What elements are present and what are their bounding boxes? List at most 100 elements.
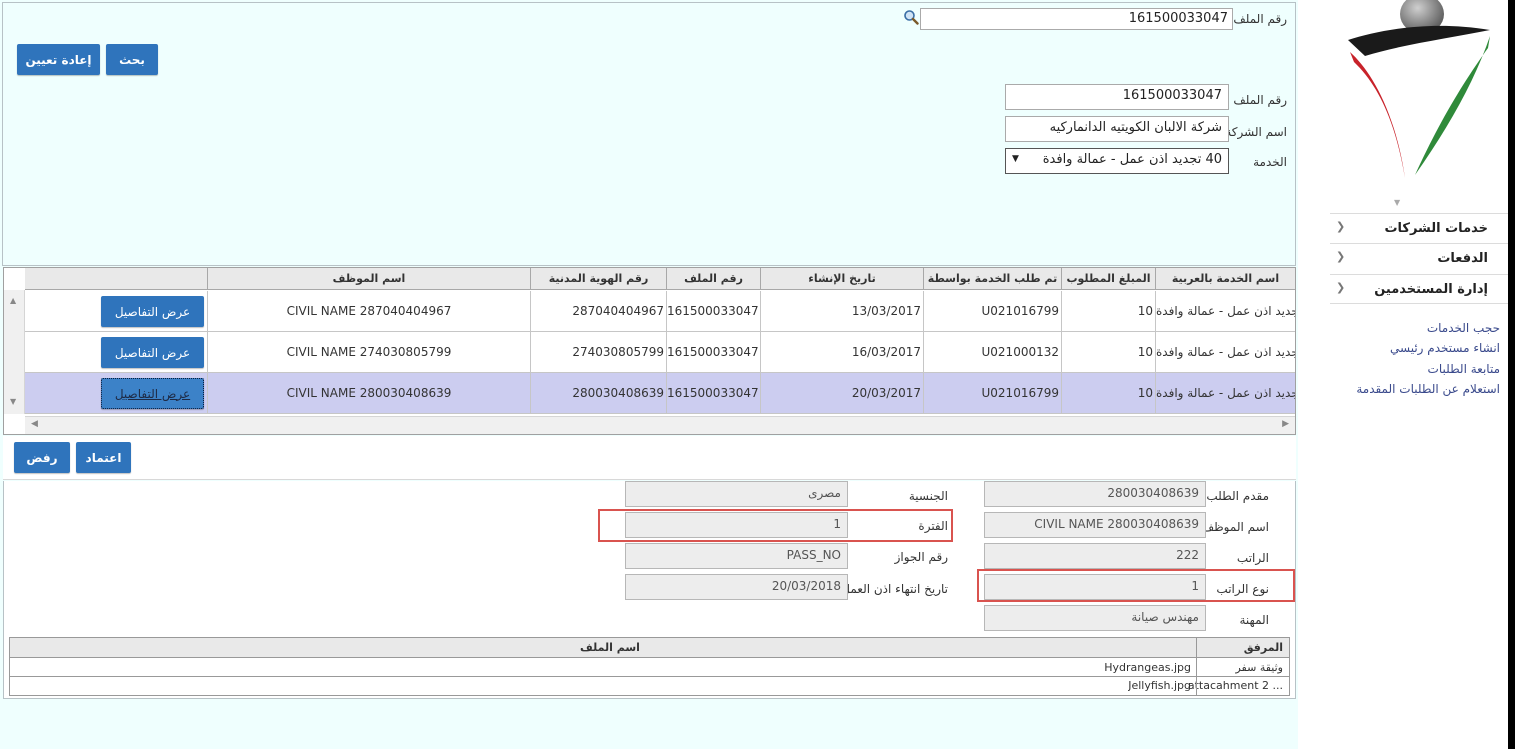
company-field[interactable]: شركة الالبان الكويتيه الدانماركيه — [1005, 116, 1229, 142]
company-label: اسم الشركة — [1225, 125, 1287, 139]
view-details-button[interactable]: عرض التفاصيل — [101, 378, 204, 409]
vertical-scrollbar[interactable]: ▲ ▼ — [4, 290, 25, 414]
attachment-type: وثيقة سفر — [1235, 661, 1283, 674]
view-details-button[interactable]: عرض التفاصيل — [101, 296, 204, 327]
salary-field[interactable]: 222 — [984, 543, 1206, 569]
col-created[interactable]: تاريخ الإنشاء — [760, 268, 923, 290]
cell-amount: 10 — [1061, 291, 1155, 332]
column-divider — [1196, 638, 1197, 658]
magnifier-icon[interactable] — [903, 9, 919, 25]
cell-civil-id: 274030805799 — [530, 332, 666, 373]
col-filename[interactable]: اسم الملف — [580, 641, 640, 654]
horizontal-scrollbar[interactable]: ◀ ▶ — [25, 416, 1295, 434]
logo — [1340, 0, 1500, 200]
sidebar-item-user-management[interactable]: ❯ إدارة المستخدمين — [1330, 274, 1508, 304]
requests-grid: ▲ ▼ اسم الخدمة بالعربية المبلغ المطلوب ت… — [3, 267, 1296, 435]
search-button[interactable]: بحث — [106, 44, 158, 75]
cell-requested-by: U021016799 — [923, 373, 1061, 414]
applicant-field[interactable]: 280030408639 — [984, 481, 1206, 507]
cell-service: تجديد اذن عمل - عمالة وافدة — [1155, 291, 1295, 332]
scroll-right-icon[interactable]: ▶ — [1282, 419, 1289, 429]
permit-end-field[interactable]: 20/03/2018 — [625, 574, 848, 600]
profession-field[interactable]: مهندس صيانة — [984, 605, 1206, 631]
search-file-input[interactable]: 161500033047 — [920, 8, 1233, 30]
passport-field[interactable]: PASS_NO — [625, 543, 848, 569]
cell-service: تجديد اذن عمل - عمالة وافدة — [1155, 373, 1295, 414]
sidebar-item-label: خدمات الشركات — [1384, 221, 1488, 236]
col-requested-by[interactable]: تم طلب الخدمة بواسطة — [923, 268, 1061, 290]
salary-label: الراتب — [1236, 551, 1269, 565]
sidebar-item-label: إدارة المستخدمين — [1374, 282, 1488, 297]
attachments-header: المرفق اسم الملف — [10, 638, 1289, 658]
service-label: الخدمة — [1253, 155, 1287, 169]
col-employee[interactable]: اسم الموظف — [207, 268, 530, 290]
reject-button[interactable]: رفض — [14, 442, 70, 473]
period-highlight — [598, 509, 953, 542]
link-track-requests[interactable]: متابعة الطلبات — [1428, 362, 1500, 376]
salary-type-highlight — [977, 569, 1295, 602]
col-attachment[interactable]: المرفق — [1244, 641, 1283, 654]
cell-actions: عرض التفاصيل — [25, 332, 207, 373]
cell-created: 20/03/2017 — [760, 373, 923, 414]
cell-actions: عرض التفاصيل — [25, 291, 207, 332]
service-select-value: 40 تجديد اذن عمل - عمالة وافدة — [1042, 152, 1222, 167]
cell-created: 16/03/2017 — [760, 332, 923, 373]
chevron-icon: ❯ — [1336, 220, 1346, 233]
cell-employee: CIVIL NAME 280030408639 — [207, 373, 530, 414]
link-block-services[interactable]: حجب الخدمات — [1427, 321, 1500, 335]
dropdown-arrow-icon[interactable]: ▼ — [1012, 154, 1019, 164]
cell-requested-by: U021016799 — [923, 291, 1061, 332]
scroll-left-icon[interactable]: ◀ — [31, 419, 38, 429]
search-panel: رقم الملف 161500033047 بحث إعادة تعيين ر… — [2, 2, 1296, 266]
approve-button[interactable]: اعتماد — [76, 442, 131, 473]
col-file-no[interactable]: رقم الملف — [666, 268, 760, 290]
attachment-filename[interactable]: Jellyfish.jpg — [1128, 679, 1191, 692]
cell-civil-id: 287040404967 — [530, 291, 666, 332]
nationality-label: الجنسية — [908, 489, 948, 503]
table-row-selected[interactable]: تجديد اذن عمل - عمالة وافدة 10 U02101679… — [25, 373, 1295, 414]
attachments-table: المرفق اسم الملف وثيقة سفر Hydrangeas.jp… — [9, 637, 1290, 696]
attachment-type: attacahment 2 ... — [1187, 679, 1283, 692]
sidebar-item-company-services[interactable]: ❯ خدمات الشركات — [1330, 213, 1508, 243]
service-select[interactable]: 40 تجديد اذن عمل - عمالة وافدة ▼ — [1005, 148, 1229, 174]
cell-actions: عرض التفاصيل — [25, 373, 207, 414]
col-service[interactable]: اسم الخدمة بالعربية — [1155, 268, 1295, 290]
list-item[interactable]: attacahment 2 ... Jellyfish.jpg — [10, 677, 1289, 695]
link-create-main-user[interactable]: انشاء مستخدم رئيسي — [1390, 341, 1500, 355]
col-civil-id[interactable]: رقم الهوية المدنية — [530, 268, 666, 290]
search-file-label: رقم الملف — [1233, 12, 1287, 26]
view-details-button[interactable]: عرض التفاصيل — [101, 337, 204, 368]
applicant-label: مقدم الطلب — [1206, 489, 1269, 503]
permit-end-label: تاريخ انتهاء اذن العمل — [841, 582, 948, 596]
col-amount[interactable]: المبلغ المطلوب — [1061, 268, 1155, 290]
cell-file-no: 161500033047 — [666, 291, 760, 332]
profession-label: المهنة — [1239, 613, 1269, 627]
table-row[interactable]: تجديد اذن عمل - عمالة وافدة 10 U02100013… — [25, 332, 1295, 373]
file-no-field[interactable]: 161500033047 — [1005, 84, 1229, 110]
cell-requested-by: U021000132 — [923, 332, 1061, 373]
table-row[interactable]: تجديد اذن عمل - عمالة وافدة 10 U02101679… — [25, 291, 1295, 332]
main-panel: رقم الملف 161500033047 بحث إعادة تعيين ر… — [0, 0, 1298, 749]
column-divider — [1196, 658, 1197, 677]
nationality-field[interactable]: مصرى — [625, 481, 848, 507]
sidebar-item-payments[interactable]: ❯ الدفعات — [1330, 243, 1508, 273]
cell-amount: 10 — [1061, 332, 1155, 373]
chevron-icon: ❯ — [1336, 250, 1346, 263]
reset-button[interactable]: إعادة تعيين — [17, 44, 100, 75]
employee-name-field[interactable]: CIVIL NAME 280030408639 — [984, 512, 1206, 538]
col-actions — [25, 268, 207, 290]
cell-created: 13/03/2017 — [760, 291, 923, 332]
cell-file-no: 161500033047 — [666, 332, 760, 373]
cell-service: تجديد اذن عمل - عمالة وافدة — [1155, 332, 1295, 373]
link-query-requests[interactable]: استعلام عن الطلبات المقدمة — [1356, 382, 1500, 396]
attachment-filename[interactable]: Hydrangeas.jpg — [1104, 661, 1191, 674]
collapse-arrow-icon[interactable]: ▼ — [1394, 198, 1400, 207]
passport-label: رقم الجواز — [894, 550, 948, 564]
scroll-up-icon[interactable]: ▲ — [10, 296, 16, 305]
file-no-label: رقم الملف — [1233, 93, 1287, 107]
chevron-icon: ❯ — [1336, 281, 1346, 294]
column-divider — [1196, 677, 1197, 695]
scroll-down-icon[interactable]: ▼ — [10, 397, 16, 406]
list-item[interactable]: وثيقة سفر Hydrangeas.jpg — [10, 658, 1289, 677]
cell-amount: 10 — [1061, 373, 1155, 414]
